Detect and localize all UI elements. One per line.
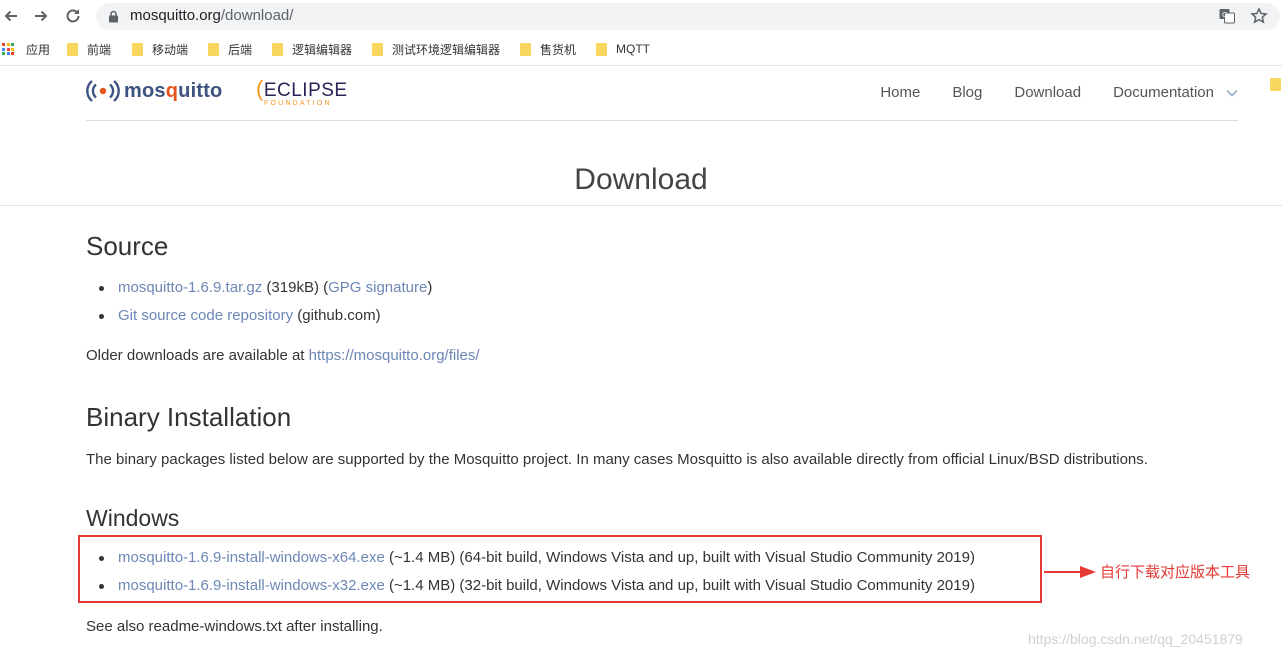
- bookmark-folder[interactable]: 后端: [208, 39, 252, 59]
- source-tarball-link[interactable]: mosquitto-1.6.9.tar.gz: [118, 279, 262, 296]
- star-icon[interactable]: [1250, 7, 1268, 25]
- bookmarks-overflow[interactable]: [1270, 72, 1282, 98]
- bookmark-label: 移动端: [152, 42, 189, 57]
- eclipse-foundation-logo[interactable]: (ECLIPSE FOUNDATION: [256, 78, 348, 108]
- list-item: mosquitto-1.6.9.tar.gz (319kB) (GPG sign…: [86, 274, 432, 302]
- older-downloads-label: Older downloads are available at: [86, 347, 309, 364]
- folder-icon: [596, 42, 607, 56]
- nav-home[interactable]: Home: [880, 84, 920, 101]
- watermark: https://blog.csdn.net/qq_20451879: [1028, 631, 1243, 647]
- bookmark-label: 后端: [228, 42, 253, 57]
- nav-documentation-label: Documentation: [1113, 84, 1214, 101]
- bookmark-apps[interactable]: 应用: [2, 39, 50, 59]
- folder-icon: [67, 42, 78, 56]
- forward-arrow-icon: [35, 10, 48, 22]
- nav-blog[interactable]: Blog: [952, 84, 982, 101]
- address-bar[interactable]: mosquitto.org/download/ G: [96, 3, 1280, 30]
- wordmark-part: uitto: [178, 79, 223, 102]
- apps-grid-icon: [2, 43, 14, 55]
- annotation-highlight-box: [78, 535, 1042, 603]
- eclipse-subtitle: FOUNDATION: [264, 100, 332, 107]
- nav-documentation[interactable]: Documentation: [1113, 84, 1238, 101]
- bookmarks-bar: 应用 前端 移动端 后端 逻辑编辑器 测试环境逻辑编辑器 售货机 MQTT: [0, 36, 1282, 91]
- item-text: ): [427, 279, 433, 296]
- bookmark-folder[interactable]: 逻辑编辑器: [272, 39, 352, 59]
- forward-button[interactable]: [30, 5, 52, 27]
- bookmark-label: 售货机: [540, 42, 577, 57]
- bookmark-folder[interactable]: 前端: [67, 39, 111, 59]
- folder-icon: [1270, 78, 1281, 91]
- folder-icon: [372, 42, 383, 56]
- wordmark-part: mos: [124, 79, 166, 102]
- item-text: (319kB) (: [262, 279, 329, 296]
- source-list: mosquitto-1.6.9.tar.gz (319kB) (GPG sign…: [86, 274, 432, 330]
- item-text: (github.com): [293, 307, 381, 324]
- wordmark-q: q: [165, 79, 179, 102]
- eclipse-word: ECLIPSE: [263, 80, 348, 101]
- git-repository-link[interactable]: Git source code repository: [118, 307, 293, 324]
- url-host: mosquitto.org: [130, 7, 221, 24]
- annotation-arrow-icon: [1044, 566, 1096, 578]
- older-downloads-text: Older downloads are available at https:/…: [86, 347, 480, 364]
- gpg-signature-link[interactable]: GPG signature: [328, 279, 427, 296]
- back-arrow-icon: [4, 10, 17, 22]
- svg-text:G: G: [1222, 11, 1227, 19]
- bookmark-label: 逻辑编辑器: [292, 42, 353, 57]
- top-navigation: Home Blog Download Documentation: [848, 84, 1238, 101]
- windows-readme-note: See also readme-windows.txt after instal…: [86, 618, 383, 635]
- url-path: /download/: [220, 7, 294, 24]
- bookmark-label: 应用: [26, 42, 51, 57]
- bookmark-folder[interactable]: 移动端: [132, 39, 188, 59]
- bookmark-label: 前端: [87, 42, 112, 57]
- browser-chrome: mosquitto.org/download/ G 应用 前端 移动端 后端 逻…: [0, 0, 1282, 91]
- mosquitto-logo[interactable]: mosquitto: [86, 78, 222, 104]
- eclipse-arc-icon: (: [256, 76, 264, 101]
- eclipse-wordmark: (ECLIPSE: [256, 78, 348, 101]
- mosquitto-wordmark: mosquitto: [124, 80, 222, 103]
- page-title-band: Download: [0, 121, 1282, 206]
- url-text: mosquitto.org/download/: [130, 7, 293, 24]
- list-item: Git source code repository (github.com): [86, 302, 432, 330]
- nav-download[interactable]: Download: [1014, 84, 1081, 101]
- reload-button[interactable]: [62, 5, 84, 27]
- bookmark-label: 测试环境逻辑编辑器: [392, 42, 501, 57]
- source-heading: Source: [86, 231, 169, 261]
- bookmark-folder[interactable]: 售货机: [520, 39, 576, 59]
- folder-icon: [208, 42, 219, 56]
- translate-icon[interactable]: G: [1218, 7, 1236, 25]
- windows-heading: Windows: [86, 505, 180, 531]
- back-button[interactable]: [0, 5, 22, 27]
- reload-icon: [66, 9, 80, 23]
- folder-icon: [272, 42, 283, 56]
- bookmark-folder[interactable]: 测试环境逻辑编辑器: [372, 39, 500, 59]
- annotation-text: 自行下载对应版本工具: [1100, 564, 1251, 581]
- site-header: mosquitto (ECLIPSE FOUNDATION Home Blog …: [86, 66, 1238, 121]
- mosquitto-logo-icon: [86, 80, 120, 102]
- page-title: Download: [574, 163, 708, 197]
- binary-installation-heading: Binary Installation: [86, 402, 292, 432]
- bookmark-folder[interactable]: MQTT: [596, 39, 650, 59]
- lock-icon: [109, 10, 118, 23]
- binary-description: The binary packages listed below are sup…: [86, 451, 1148, 468]
- chevron-down-icon: [1226, 89, 1238, 96]
- folder-icon: [520, 42, 531, 56]
- bookmark-label: MQTT: [616, 42, 650, 56]
- folder-icon: [132, 42, 143, 56]
- older-downloads-link[interactable]: https://mosquitto.org/files/: [309, 347, 480, 364]
